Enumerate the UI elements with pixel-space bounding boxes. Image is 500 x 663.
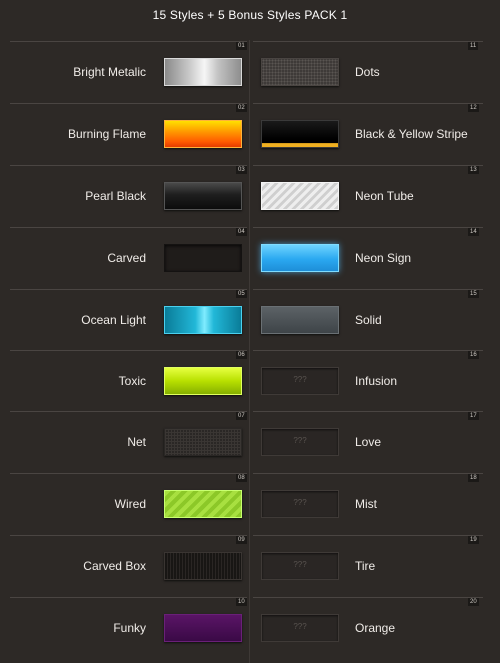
style-swatch-neon-tube[interactable] bbox=[261, 182, 339, 210]
style-pack-page: 15 Styles + 5 Bonus Styles PACK 1 01 11 … bbox=[0, 0, 500, 663]
locked-placeholder: ??? bbox=[293, 436, 307, 445]
style-swatch-locked[interactable]: ??? bbox=[261, 490, 339, 518]
style-number: 19 bbox=[468, 536, 479, 544]
page-title: 15 Styles + 5 Bonus Styles PACK 1 bbox=[152, 8, 348, 22]
style-number: 10 bbox=[236, 598, 247, 606]
style-swatch-toxic[interactable] bbox=[164, 367, 242, 395]
style-label: Funky bbox=[113, 621, 146, 635]
locked-placeholder: ??? bbox=[293, 560, 307, 569]
style-label: Orange bbox=[355, 621, 396, 635]
style-number: 05 bbox=[236, 290, 247, 298]
row-divider bbox=[10, 411, 247, 412]
row-divider bbox=[253, 165, 483, 166]
row-divider bbox=[253, 350, 483, 351]
style-row: 05 15 Ocean Light Solid bbox=[0, 289, 500, 351]
style-row: 09 19 Carved Box ??? Tire bbox=[0, 535, 500, 597]
style-swatch-bright-metalic[interactable] bbox=[164, 58, 242, 86]
style-number: 14 bbox=[468, 228, 479, 236]
style-label: Tire bbox=[355, 559, 376, 573]
style-label: Love bbox=[355, 435, 382, 449]
style-label: Burning Flame bbox=[67, 127, 146, 141]
style-label: Wired bbox=[114, 497, 146, 511]
row-divider bbox=[253, 41, 483, 42]
row-divider bbox=[10, 289, 247, 290]
style-row: 02 12 Burning Flame Black & Yellow Strip… bbox=[0, 103, 500, 165]
style-label: Black & Yellow Stripe bbox=[355, 127, 468, 141]
style-number: 02 bbox=[236, 104, 247, 112]
row-divider bbox=[253, 535, 483, 536]
style-number: 17 bbox=[468, 412, 479, 420]
style-label: Net bbox=[127, 435, 146, 449]
style-number: 20 bbox=[468, 598, 479, 606]
row-divider bbox=[253, 597, 483, 598]
style-swatch-ocean-light[interactable] bbox=[164, 306, 242, 334]
style-number: 15 bbox=[468, 290, 479, 298]
row-divider bbox=[10, 473, 247, 474]
style-swatch-locked[interactable]: ??? bbox=[261, 552, 339, 580]
row-divider bbox=[10, 597, 247, 598]
style-row: 04 14 Carved Neon Sign bbox=[0, 227, 500, 289]
style-swatch-funky[interactable] bbox=[164, 614, 242, 642]
row-divider bbox=[10, 227, 247, 228]
style-number: 16 bbox=[468, 351, 479, 359]
locked-placeholder: ??? bbox=[293, 622, 307, 631]
style-label: Ocean Light bbox=[81, 313, 146, 327]
style-number: 18 bbox=[468, 474, 479, 482]
style-swatch-solid[interactable] bbox=[261, 306, 339, 334]
style-swatch-locked[interactable]: ??? bbox=[261, 428, 339, 456]
row-divider bbox=[10, 165, 247, 166]
style-number: 11 bbox=[468, 42, 479, 50]
row-divider bbox=[253, 473, 483, 474]
row-divider bbox=[253, 227, 483, 228]
row-divider bbox=[10, 350, 247, 351]
style-number: 01 bbox=[236, 42, 247, 50]
style-swatch-burning-flame[interactable] bbox=[164, 120, 242, 148]
style-row: 07 17 Net ??? Love bbox=[0, 411, 500, 473]
style-number: 13 bbox=[468, 166, 479, 174]
style-label: Neon Tube bbox=[355, 189, 414, 203]
style-swatch-pearl-black[interactable] bbox=[164, 182, 242, 210]
style-row: 10 20 Funky ??? Orange bbox=[0, 597, 500, 659]
locked-placeholder: ??? bbox=[293, 375, 307, 384]
row-divider bbox=[253, 289, 483, 290]
style-swatch-wired[interactable] bbox=[164, 490, 242, 518]
locked-placeholder: ??? bbox=[293, 498, 307, 507]
row-divider bbox=[253, 103, 483, 104]
style-row: 03 13 Pearl Black Neon Tube bbox=[0, 165, 500, 227]
row-divider bbox=[253, 411, 483, 412]
style-label: Dots bbox=[355, 65, 380, 79]
row-divider bbox=[10, 535, 247, 536]
style-label: Pearl Black bbox=[85, 189, 146, 203]
style-swatch-locked[interactable]: ??? bbox=[261, 367, 339, 395]
style-swatch-carved-box[interactable] bbox=[164, 552, 242, 580]
style-number: 08 bbox=[236, 474, 247, 482]
style-label: Infusion bbox=[355, 374, 398, 388]
style-number: 03 bbox=[236, 166, 247, 174]
style-number: 09 bbox=[236, 536, 247, 544]
row-divider bbox=[10, 41, 247, 42]
style-label: Mist bbox=[355, 497, 377, 511]
style-row: 01 11 Bright Metalic Dots bbox=[0, 41, 500, 103]
style-number: 06 bbox=[236, 351, 247, 359]
style-swatch-black-yellow-stripe[interactable] bbox=[261, 120, 339, 148]
style-label: Carved bbox=[107, 251, 146, 265]
style-number: 07 bbox=[236, 412, 247, 420]
row-divider bbox=[10, 103, 247, 104]
style-swatch-net[interactable] bbox=[164, 428, 242, 456]
style-label: Toxic bbox=[118, 374, 146, 388]
style-row: 08 18 Wired ??? Mist bbox=[0, 473, 500, 535]
style-swatch-locked[interactable]: ??? bbox=[261, 614, 339, 642]
style-label: Neon Sign bbox=[355, 251, 412, 265]
style-label: Carved Box bbox=[83, 559, 146, 573]
style-swatch-neon-sign[interactable] bbox=[261, 244, 339, 272]
style-swatch-carved[interactable] bbox=[164, 244, 242, 272]
style-row: 06 16 Toxic ??? Infusion bbox=[0, 350, 500, 412]
style-swatch-dots[interactable] bbox=[261, 58, 339, 86]
style-number: 04 bbox=[236, 228, 247, 236]
style-label: Bright Metalic bbox=[73, 65, 146, 79]
style-label: Solid bbox=[355, 313, 382, 327]
style-number: 12 bbox=[468, 104, 479, 112]
